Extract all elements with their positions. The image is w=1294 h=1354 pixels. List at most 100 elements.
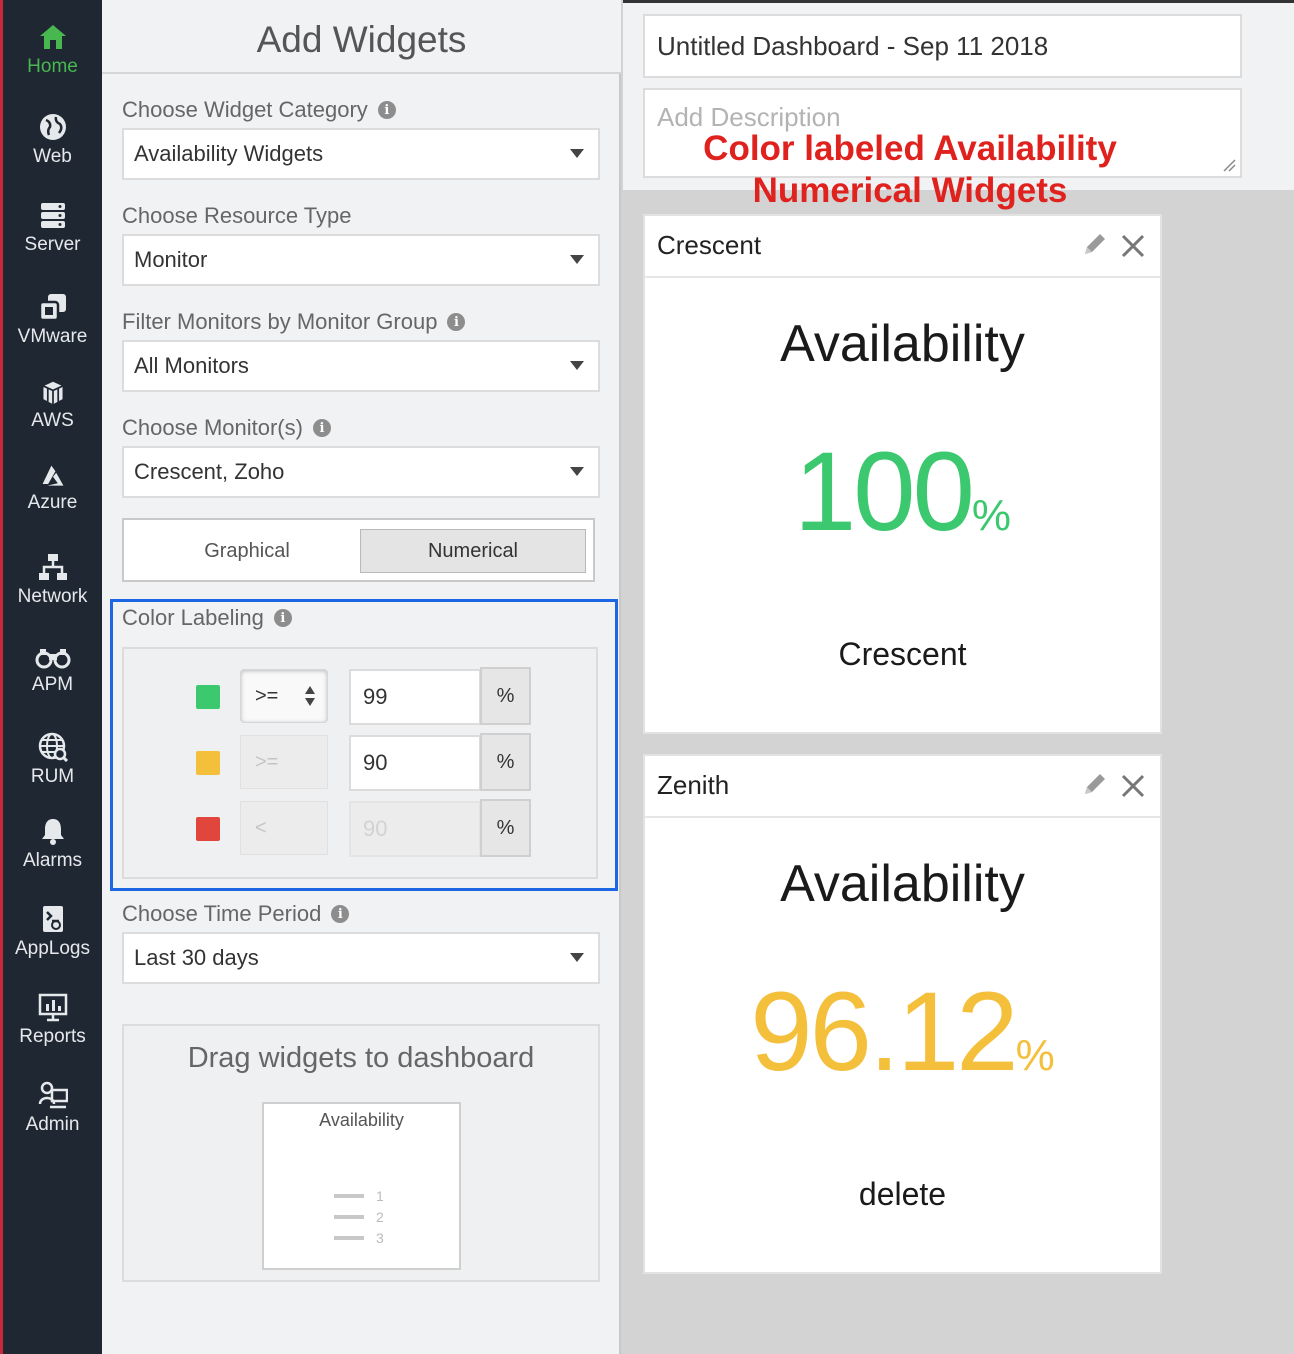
nav-vmware[interactable]: VMware [3, 292, 102, 348]
nav-web-label: Web [33, 146, 72, 167]
threshold-input-disabled: 90 [349, 801, 481, 857]
threshold-value: 99 [363, 684, 388, 709]
time-period-label: Choose Time Period i [122, 901, 350, 927]
dropdown-caret-icon [570, 953, 584, 962]
percent-addon: % [480, 799, 531, 857]
threshold-value: 90 [363, 750, 388, 775]
availability-widget-thumbnail[interactable]: Availability 1 2 3 [262, 1102, 461, 1270]
availability-value: 96.12% [645, 962, 1160, 1126]
nav-server-label: Server [24, 234, 81, 255]
pencil-icon[interactable] [1081, 770, 1109, 798]
drag-widgets-title: Drag widgets to dashboard [187, 1042, 535, 1074]
widget-category-value: Availability Widgets [134, 141, 324, 166]
spinner-arrows-icon [305, 686, 315, 706]
nav-network[interactable]: Network [3, 552, 102, 608]
operator-select-disabled: >= [240, 735, 328, 789]
widget-monitor-name: delete [858, 1176, 947, 1212]
annotation-line: Color labeled Availability [703, 129, 1117, 168]
nav-azure[interactable]: Azure [3, 464, 102, 514]
operator-select[interactable]: >= [240, 669, 328, 723]
nav-web[interactable]: Web [3, 112, 102, 168]
monitors-label: Choose Monitor(s) i [122, 415, 331, 441]
threshold-input[interactable]: 99 [349, 669, 481, 725]
nav-alarms[interactable]: Alarms [3, 816, 102, 872]
annotation-text: Color labeled Availability Numerical Wid… [640, 128, 1180, 212]
close-icon[interactable] [1119, 772, 1147, 800]
graphical-toggle-button[interactable]: Graphical [132, 529, 362, 573]
widget-metric-label: Availability [780, 855, 1025, 913]
yellow-swatch [196, 751, 220, 775]
monitor-group-select[interactable]: All Monitors [122, 340, 600, 392]
close-icon[interactable] [1119, 232, 1147, 260]
widget-thumbnail-title: Availability [319, 1110, 404, 1130]
nav-aws-label: AWS [31, 410, 74, 431]
availability-number: 96.12 [750, 969, 1018, 1094]
time-period-select[interactable]: Last 30 days [122, 932, 600, 984]
nav-reports-label: Reports [19, 1026, 86, 1047]
dropdown-caret-icon [570, 361, 584, 370]
operator-value: < [255, 816, 267, 839]
binoculars-icon [35, 649, 70, 669]
operator-select-disabled: < [240, 801, 328, 855]
threshold-value: 90 [363, 816, 388, 841]
widget-card-title: Crescent [657, 230, 762, 260]
resource-type-select[interactable]: Monitor [122, 234, 600, 286]
widget-card-header: Zenith [645, 756, 1160, 818]
pencil-icon[interactable] [1081, 230, 1109, 258]
list-number: 3 [376, 1230, 384, 1246]
availability-number: 100 [794, 429, 975, 554]
nav-server[interactable]: Server [3, 200, 102, 256]
widget-category-label-text: Choose Widget Category [122, 97, 368, 122]
widget-card-title: Zenith [657, 770, 730, 800]
nav-home-label: Home [27, 56, 78, 77]
info-icon[interactable]: i [447, 313, 466, 331]
info-icon[interactable]: i [312, 419, 331, 437]
nav-reports[interactable]: Reports [3, 992, 102, 1048]
monitor-group-label-text: Filter Monitors by Monitor Group [122, 309, 438, 334]
nav-admin[interactable]: Admin [3, 1080, 102, 1136]
widget-card: Zenith Availability 96.12% delete [643, 754, 1162, 1274]
numerical-toggle-button[interactable]: Numerical [360, 529, 586, 573]
panel-title: Add Widgets [102, 0, 621, 74]
nav-aws[interactable]: AWS [3, 380, 102, 432]
list-number: 2 [376, 1209, 384, 1225]
nav-rum[interactable]: RUM [3, 732, 102, 788]
applogs-icon [42, 906, 63, 932]
threshold-input[interactable]: 90 [349, 735, 481, 791]
reports-icon [38, 993, 67, 1022]
widget-card-header: Crescent [645, 216, 1160, 278]
drag-widgets-area: Drag widgets to dashboard Availability 1… [122, 1024, 600, 1282]
resource-type-value: Monitor [134, 247, 208, 272]
nav-applogs-label: AppLogs [14, 938, 90, 959]
info-icon[interactable]: i [331, 905, 350, 923]
nav-network-label: Network [17, 586, 88, 607]
info-icon[interactable]: i [273, 609, 292, 627]
resize-grip-icon[interactable] [1222, 158, 1236, 172]
widget-card: Crescent Availability 100% Crescent [643, 214, 1162, 734]
nav-apm-label: APM [31, 674, 74, 695]
nav-home[interactable]: Home [3, 22, 102, 78]
annotation-line: Numerical Widgets [752, 171, 1068, 210]
monitors-select[interactable]: Crescent, Zoho [122, 446, 600, 498]
dropdown-caret-icon [570, 467, 584, 476]
availability-value: 100% [645, 422, 1160, 586]
availability-unit: % [1015, 1031, 1055, 1080]
globe-icon [39, 114, 66, 140]
view-toggle: Graphical Numerical [122, 518, 595, 582]
nav-azure-label: Azure [27, 492, 78, 513]
green-swatch [196, 685, 220, 709]
time-period-label-text: Choose Time Period [122, 901, 322, 926]
numbered-list-icon: 1 2 3 [334, 1188, 384, 1246]
widget-category-label: Choose Widget Category i [122, 97, 396, 123]
nav-applogs[interactable]: AppLogs [3, 904, 102, 960]
left-nav: Home Web Server VMware AWS Azure Network… [0, 0, 102, 1354]
nav-apm[interactable]: APM [3, 646, 102, 696]
bell-icon [41, 819, 64, 845]
rum-globe-icon [38, 732, 68, 762]
widget-category-select[interactable]: Availability Widgets [122, 128, 600, 180]
dashboard-name-input[interactable]: Untitled Dashboard - Sep 11 2018 [643, 14, 1242, 78]
info-icon[interactable]: i [377, 101, 396, 119]
dashboard-name: Untitled Dashboard - Sep 11 2018 [657, 30, 1049, 61]
aws-icon [42, 381, 63, 405]
admin-icon [38, 1081, 68, 1109]
